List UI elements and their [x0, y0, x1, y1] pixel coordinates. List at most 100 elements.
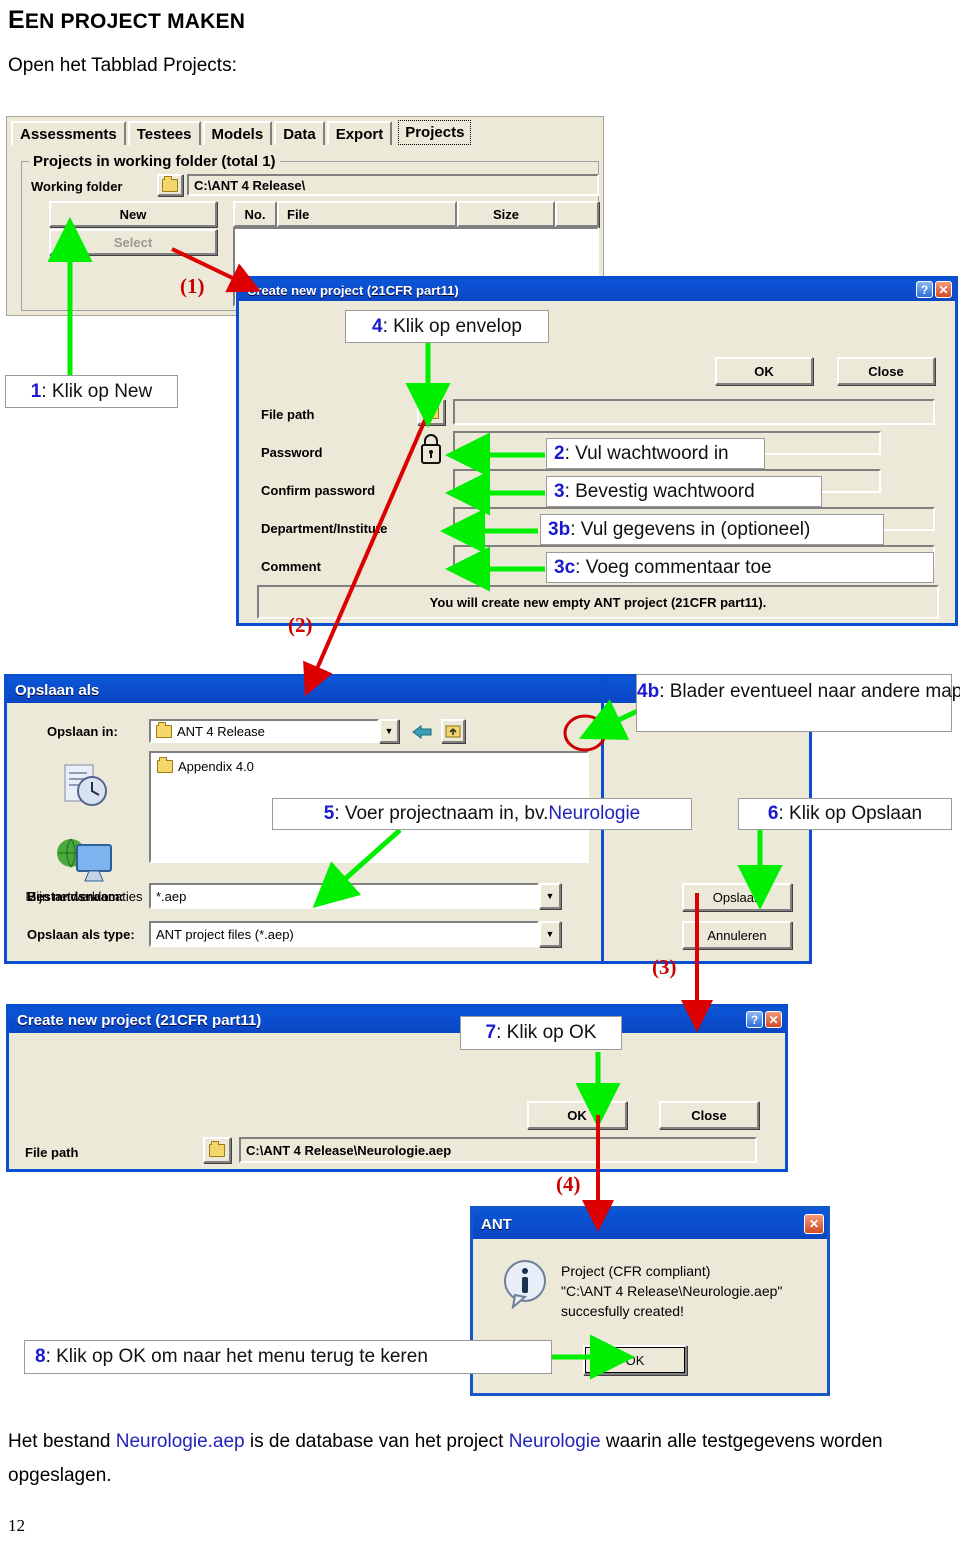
back-arrow-icon[interactable] — [411, 723, 433, 741]
callout-6-number: 6 — [767, 803, 779, 824]
dialog2-ok-button[interactable]: OK — [527, 1101, 627, 1129]
browse-file-path-button[interactable] — [417, 399, 445, 425]
dialog-ok-button[interactable]: OK — [715, 357, 813, 385]
column-header-size[interactable]: Size — [457, 201, 555, 227]
open-folder-icon — [423, 402, 439, 419]
column-header-file[interactable]: File — [277, 201, 457, 227]
save-dialog-titlebar: Opslaan als — [7, 677, 601, 703]
callout-4b-text: : Blader eventueel naar andere map — [659, 681, 960, 702]
filetype-label: Opslaan als type: — [27, 927, 135, 942]
tab-testees[interactable]: Testees — [127, 121, 201, 145]
close-icon[interactable]: ✕ — [804, 1214, 824, 1234]
dialog-close-label: Close — [868, 363, 904, 379]
close-icon[interactable]: ✕ — [935, 281, 952, 298]
callout-7-number: 7 — [485, 1022, 497, 1043]
folder-icon — [157, 757, 173, 773]
callout-3: 3: Bevestig wachtwoord — [546, 476, 822, 507]
tab-projects[interactable]: Projects — [398, 120, 472, 145]
save-in-dropdown-arrow-icon[interactable]: ▼ — [379, 719, 399, 743]
dialog2-close-button[interactable]: Close — [659, 1101, 759, 1129]
tab-label: Export — [335, 125, 384, 143]
network-places-icon[interactable] — [53, 833, 119, 889]
open-folder-icon — [162, 175, 178, 192]
callout-3c: 3c: Voeg commentaar toe — [546, 552, 934, 583]
callout-6: 6: Klik op Opslaan — [738, 798, 952, 830]
page-title-capital: E — [8, 6, 25, 34]
help-icon[interactable]: ? — [916, 281, 933, 298]
working-folder-value: C:\ANT 4 Release\ — [194, 177, 306, 193]
select-project-label: Select — [113, 234, 153, 250]
column-header-label: Size — [492, 206, 519, 222]
dialog2-file-path-value: C:\ANT 4 Release\Neurologie.aep — [246, 1142, 452, 1158]
callout-8: 8: Klik op OK om naar het menu terug te … — [24, 1340, 552, 1374]
save-dialog-title: Opslaan als — [15, 681, 100, 699]
file-path-field[interactable] — [453, 399, 935, 425]
page-title: EEN PROJECT MAKEN — [8, 6, 245, 35]
callout-3-number: 3 — [554, 480, 565, 502]
callout-5-number: 5 — [323, 803, 335, 824]
save-button[interactable]: Opslaan — [682, 883, 792, 911]
new-project-button[interactable]: New — [49, 201, 217, 227]
dialog-titlebar: Create new project (21CFR part11) ? ✕ — [239, 279, 955, 301]
cancel-button-label: Annuleren — [707, 927, 767, 943]
working-folder-field[interactable]: C:\ANT 4 Release\ — [187, 174, 599, 196]
filename-dropdown-arrow-icon[interactable]: ▼ — [539, 883, 561, 909]
folder-up-icon — [445, 725, 461, 738]
list-item[interactable]: Appendix 4.0 — [151, 753, 254, 774]
callout-1: 1: Klik op New — [5, 375, 178, 408]
department-label: Department/Institute — [261, 521, 388, 536]
save-in-combo[interactable]: ANT 4 Release — [149, 719, 379, 743]
ant-ok-button[interactable]: OK — [583, 1345, 687, 1375]
column-header-spacer — [555, 201, 599, 227]
ant-message-text: Project (CFR compliant) "C:\ANT 4 Releas… — [561, 1263, 783, 1319]
dialog-close-button[interactable]: Close — [837, 357, 935, 385]
closing-part-c: is de database van het project — [244, 1431, 509, 1452]
up-one-level-button[interactable] — [441, 719, 465, 743]
callout-1-number: 1 — [30, 380, 42, 402]
tab-data[interactable]: Data — [274, 121, 325, 145]
callout-2: 2: Vul wachtwoord in — [546, 438, 765, 469]
dialog-status-bar: You will create new empty ANT project (2… — [257, 585, 939, 619]
cancel-button[interactable]: Annuleren — [682, 921, 792, 949]
step-marker-1: (1) — [180, 274, 205, 298]
tab-export[interactable]: Export — [326, 121, 393, 145]
filetype-combo[interactable]: ANT project files (*.aep) — [149, 921, 539, 947]
closing-projectname: Neurologie — [508, 1431, 601, 1452]
callout-5-text: : Voer projectnaam in, bv. — [334, 803, 549, 824]
callout-4-text: : Klik op envelop — [382, 315, 522, 337]
help-icon[interactable]: ? — [746, 1011, 763, 1028]
select-project-button[interactable]: Select — [49, 229, 217, 255]
page-title-rest: EN PROJECT MAKEN — [24, 10, 246, 33]
titlebar-buttons: ? ✕ — [746, 1011, 782, 1028]
callout-3-text: : Bevestig wachtwoord — [564, 480, 755, 502]
dialog2-close-label: Close — [691, 1107, 727, 1123]
info-icon — [504, 1260, 546, 1310]
dialog-title: Create new project (21CFR part11) — [247, 282, 459, 298]
dialog2-browse-button[interactable] — [203, 1137, 231, 1163]
filetype-dropdown-arrow-icon[interactable]: ▼ — [539, 921, 561, 947]
column-header-no[interactable]: No. — [233, 201, 277, 227]
callout-5-highlight: Neurologie — [548, 803, 641, 824]
tab-models[interactable]: Models — [202, 121, 273, 145]
intro-text: Open het Tabblad Projects: — [8, 55, 237, 76]
open-folder-icon — [209, 1140, 225, 1157]
dialog2-file-path-field[interactable]: C:\ANT 4 Release\Neurologie.aep — [239, 1137, 757, 1163]
browse-working-folder-button[interactable] — [157, 174, 183, 196]
folder-icon — [156, 721, 172, 738]
tab-bar: Assessments Testees Models Data Export P… — [11, 120, 473, 145]
close-icon[interactable]: ✕ — [765, 1011, 782, 1028]
callout-6-text: : Klik op Opslaan — [778, 803, 923, 824]
callout-3b-text: : Vul gegevens in (optioneel) — [570, 518, 811, 540]
save-in-label: Opslaan in: — [47, 724, 118, 739]
filename-input[interactable]: *.aep — [149, 883, 539, 909]
tab-assessments[interactable]: Assessments — [11, 121, 126, 145]
callout-7-text: : Klik op OK — [496, 1022, 597, 1043]
closing-paragraph: Het bestand Neurologie.aep is de databas… — [8, 1425, 888, 1493]
create-new-project-filled-dialog: Create new project (21CFR part11) ? ✕ OK… — [6, 1004, 788, 1172]
closing-filename: Neurologie.aep — [115, 1431, 245, 1452]
recent-documents-icon[interactable] — [59, 761, 115, 813]
callout-7: 7: Klik op OK — [460, 1016, 622, 1050]
callout-3b: 3b: Vul gegevens in (optioneel) — [540, 514, 884, 545]
filename-value: *.aep — [156, 888, 187, 904]
page-number: 12 — [8, 1516, 25, 1535]
